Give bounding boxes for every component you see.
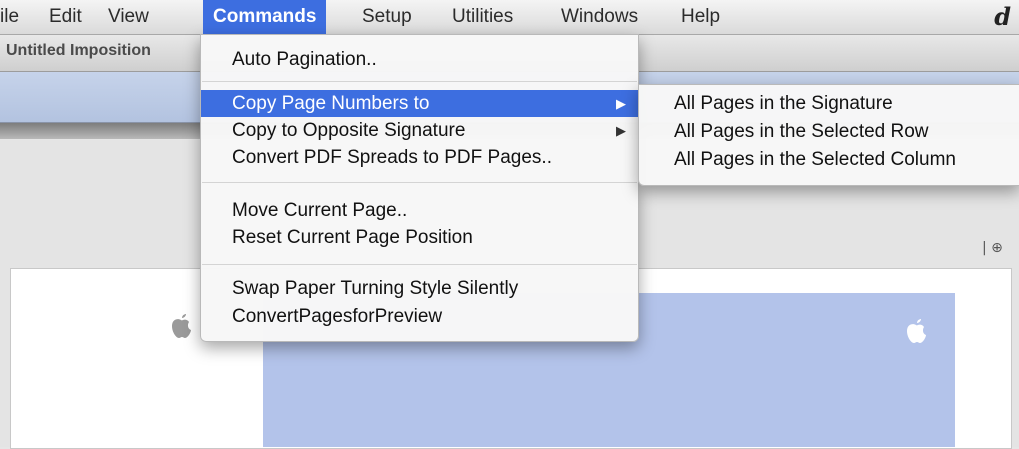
apple-logo-icon (172, 314, 191, 338)
menu-view[interactable]: View (108, 0, 149, 34)
menu-separator (202, 264, 637, 265)
submenu-item-selected-row[interactable]: All Pages in the Selected Row (639, 118, 1019, 145)
submenu-item-all-signature[interactable]: All Pages in the Signature (639, 90, 1019, 117)
menu-commands[interactable]: Commands (203, 0, 327, 34)
copy-page-numbers-submenu: All Pages in the Signature All Pages in … (638, 84, 1019, 186)
menu-item-reset-page-position[interactable]: Reset Current Page Position (201, 224, 638, 251)
window-title: Untitled Imposition (6, 42, 151, 59)
menu-file[interactable]: ile (0, 0, 19, 34)
menu-separator (202, 81, 637, 82)
apple-logo-icon (907, 319, 926, 343)
submenu-arrow-icon: ▶ (616, 123, 626, 138)
menu-item-label: ConvertPagesforPreview (232, 306, 443, 327)
menu-item-convert-pdf-spreads[interactable]: Convert PDF Spreads to PDF Pages.. (201, 144, 638, 171)
menu-item-label: Swap Paper Turning Style Silently (232, 278, 519, 299)
menu-item-swap-paper-turning[interactable]: Swap Paper Turning Style Silently (201, 275, 638, 302)
submenu-item-label: All Pages in the Selected Column (674, 149, 956, 170)
ruler-crosshair-icon[interactable]: | ⊕ (982, 240, 1003, 256)
menu-item-label: Auto Pagination.. (232, 49, 377, 70)
menu-item-label: Reset Current Page Position (232, 227, 473, 248)
menu-item-label: Copy to Opposite Signature (232, 120, 466, 141)
menu-bar: ile Edit View Commands Setup Utilities W… (0, 0, 1019, 35)
menu-windows[interactable]: Windows (561, 0, 638, 34)
menu-edit[interactable]: Edit (49, 0, 82, 34)
submenu-item-selected-column[interactable]: All Pages in the Selected Column (639, 146, 1019, 173)
menu-item-copy-page-numbers[interactable]: Copy Page Numbers to ▶ (201, 90, 638, 117)
menu-utilities[interactable]: Utilities (452, 0, 513, 34)
menu-item-convert-pages-preview[interactable]: ConvertPagesforPreview (201, 303, 638, 330)
menu-item-label: Move Current Page.. (232, 200, 408, 221)
commands-menu: Auto Pagination.. Copy Page Numbers to ▶… (200, 34, 639, 342)
menu-help[interactable]: Help (681, 0, 720, 34)
menu-setup[interactable]: Setup (362, 0, 412, 34)
submenu-arrow-icon: ▶ (616, 96, 626, 111)
menu-item-label: Copy Page Numbers to (232, 93, 430, 114)
menu-item-label: Convert PDF Spreads to PDF Pages.. (232, 147, 552, 168)
menu-item-auto-pagination[interactable]: Auto Pagination.. (201, 46, 638, 73)
menu-separator (202, 182, 637, 183)
submenu-item-label: All Pages in the Signature (674, 93, 893, 114)
menu-item-copy-opposite-signature[interactable]: Copy to Opposite Signature ▶ (201, 117, 638, 144)
app-logo: d (994, 2, 1011, 31)
menu-item-move-current-page[interactable]: Move Current Page.. (201, 197, 638, 224)
submenu-item-label: All Pages in the Selected Row (674, 121, 929, 142)
